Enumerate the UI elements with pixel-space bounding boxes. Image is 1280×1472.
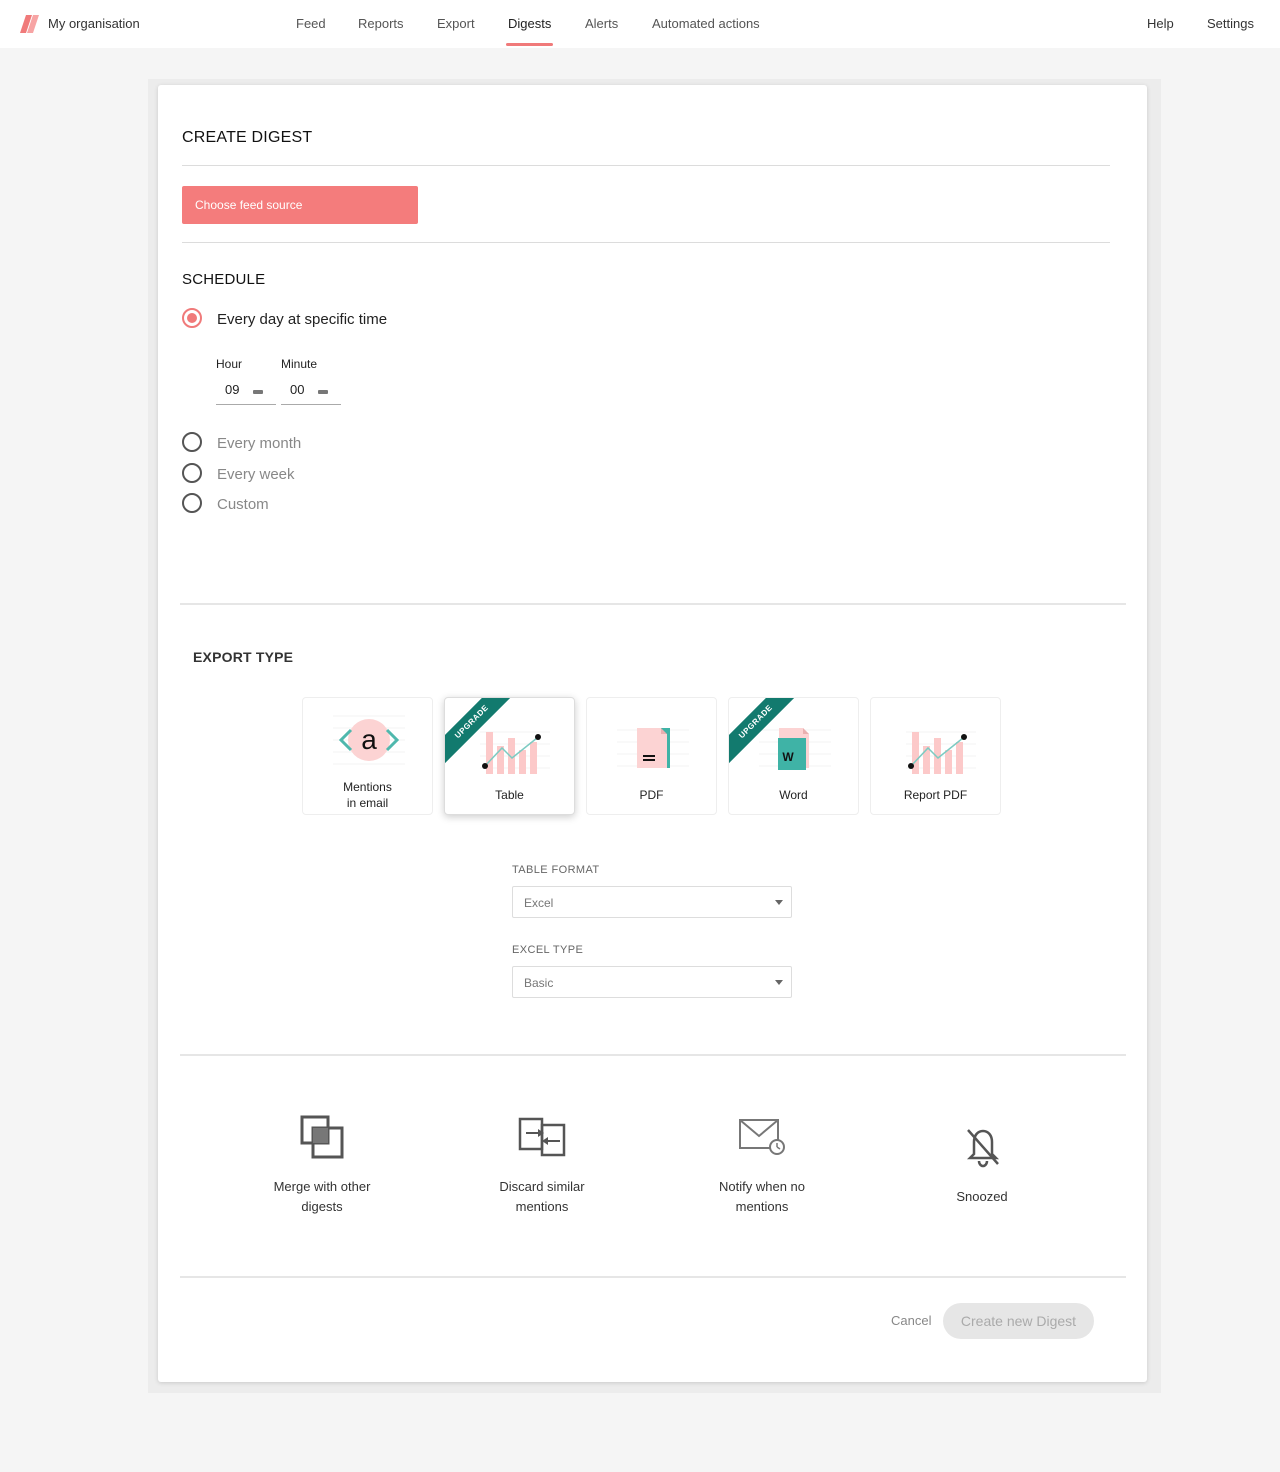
option-snoozed[interactable]: Snoozed <box>902 1187 1062 1207</box>
discard-similar-icon[interactable] <box>518 1117 568 1157</box>
option-discard-line1: Discard similar <box>499 1179 585 1194</box>
nav-alerts[interactable]: Alerts <box>585 16 618 31</box>
option-merge[interactable]: Merge with other digests <box>242 1177 402 1217</box>
bell-off-icon[interactable] <box>964 1126 1002 1168</box>
option-merge-line2: digests <box>301 1199 343 1214</box>
export-tile-pdf[interactable]: PDF <box>586 697 717 815</box>
schedule-title: SCHEDULE <box>182 271 266 288</box>
divider <box>180 1054 1126 1056</box>
table-format-value: Excel <box>524 896 554 910</box>
table-format-label: TABLE FORMAT <box>512 864 600 876</box>
hour-label: Hour <box>216 357 243 371</box>
nav-digests[interactable]: Digests <box>508 16 551 31</box>
radio-label-every-week[interactable]: Every week <box>217 466 295 483</box>
cancel-button[interactable]: Cancel <box>891 1313 931 1328</box>
excel-type-label: EXCEL TYPE <box>512 944 584 956</box>
radio-label-every-month[interactable]: Every month <box>217 435 301 452</box>
nav-export[interactable]: Export <box>437 16 475 31</box>
export-tile-report-pdf[interactable]: Report PDF <box>870 697 1001 815</box>
tile-label: PDF <box>639 788 664 802</box>
tile-label-line2: in email <box>346 796 389 810</box>
report-chart-icon <box>906 731 976 774</box>
option-notify-no-mentions[interactable]: Notify when no mentions <box>682 1177 842 1217</box>
hour-stepper[interactable]: 09 <box>216 379 276 405</box>
tile-label: Mentions in email <box>303 779 432 811</box>
export-type-title: EXPORT TYPE <box>193 649 294 665</box>
choose-feed-source-button[interactable]: Choose feed source <box>182 186 418 224</box>
minute-stepper[interactable]: 00 <box>281 379 341 405</box>
radio-every-week[interactable] <box>182 463 202 483</box>
export-tile-mentions-email[interactable]: a Mentions in email <box>302 697 433 815</box>
chevron-down-icon <box>775 900 783 905</box>
option-notify-line1: Notify when no <box>719 1179 805 1194</box>
export-tile-table[interactable]: UPGRADE Table <box>444 697 575 815</box>
divider <box>182 242 1110 243</box>
radio-custom[interactable] <box>182 493 202 513</box>
mention-letter: a <box>361 724 377 755</box>
minute-label: Minute <box>281 357 318 371</box>
minus-icon[interactable] <box>318 390 328 394</box>
excel-type-value: Basic <box>524 976 554 990</box>
radio-every-day[interactable] <box>182 308 202 328</box>
active-nav-indicator <box>506 43 553 46</box>
nav-help[interactable]: Help <box>1147 16 1174 31</box>
organisation-name[interactable]: My organisation <box>48 16 140 31</box>
hour-value: 09 <box>225 382 240 397</box>
mentions-email-icon: a <box>333 715 405 765</box>
tile-label: Word <box>779 788 808 802</box>
create-new-digest-button[interactable]: Create new Digest <box>943 1303 1094 1339</box>
top-navigation-bar: My organisation Feed Reports Export Dige… <box>0 0 1280 48</box>
option-merge-line1: Merge with other <box>273 1179 371 1194</box>
logo-icon[interactable] <box>20 15 40 33</box>
export-tile-word[interactable]: W UPGRADE Word <box>728 697 859 815</box>
minute-value: 00 <box>290 382 305 397</box>
radio-label-every-day[interactable]: Every day at specific time <box>217 311 387 328</box>
nav-feed[interactable]: Feed <box>296 16 326 31</box>
pdf-document-icon <box>617 728 689 768</box>
nav-settings[interactable]: Settings <box>1207 16 1254 31</box>
radio-label-custom[interactable]: Custom <box>217 496 269 513</box>
minus-icon[interactable] <box>253 390 263 394</box>
option-discard-line2: mentions <box>515 1199 569 1214</box>
nav-reports[interactable]: Reports <box>358 16 404 31</box>
tile-label-line1: Mentions <box>343 780 392 794</box>
option-discard-similar[interactable]: Discard similar mentions <box>462 1177 622 1217</box>
radio-every-month[interactable] <box>182 432 202 452</box>
word-letter: W <box>782 750 794 764</box>
table-format-select[interactable]: Excel <box>512 886 792 918</box>
merge-icon[interactable] <box>299 1114 345 1160</box>
envelope-clock-icon[interactable] <box>738 1118 788 1156</box>
excel-type-select[interactable]: Basic <box>512 966 792 998</box>
divider <box>180 603 1126 605</box>
page-title: CREATE DIGEST <box>182 129 313 146</box>
divider <box>182 165 1110 166</box>
table-chart-icon <box>480 731 550 774</box>
divider <box>180 1276 1126 1278</box>
nav-automated-actions[interactable]: Automated actions <box>652 16 760 31</box>
option-notify-line2: mentions <box>735 1199 789 1214</box>
word-document-icon: W <box>759 728 831 770</box>
tile-label: Report PDF <box>903 788 968 802</box>
chevron-down-icon <box>775 980 783 985</box>
tile-label: Table <box>495 788 524 802</box>
